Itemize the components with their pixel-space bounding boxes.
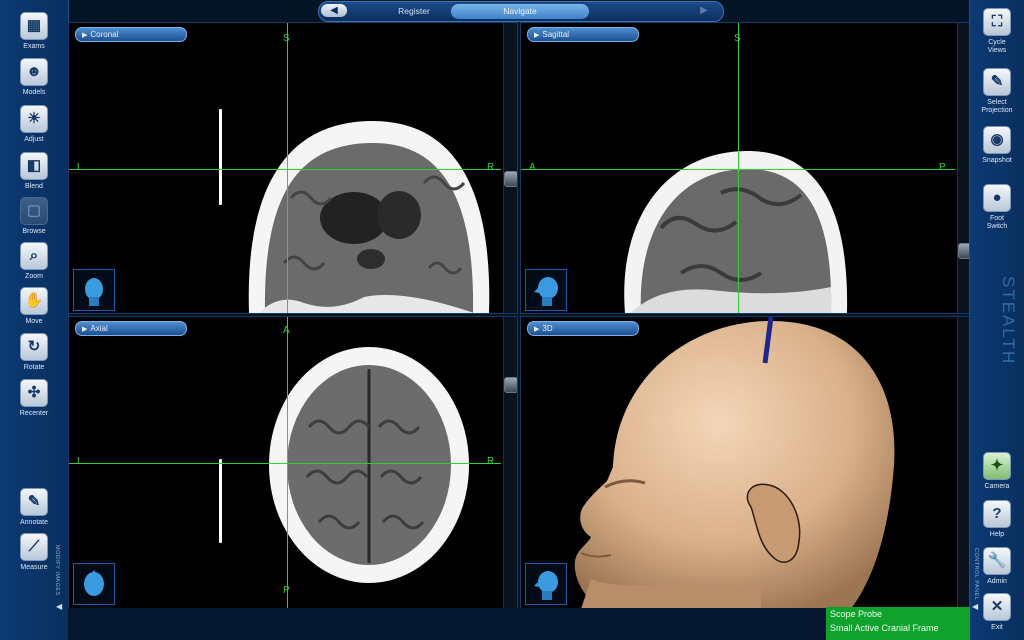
- pen-icon: ✎: [20, 488, 48, 516]
- scale-bar: [219, 109, 222, 205]
- ruler-icon: ⟋: [20, 533, 48, 561]
- head-model-icon: ☻: [20, 58, 48, 86]
- tracking-camera-icon: ✦: [983, 452, 1011, 480]
- foot-switch-button[interactable]: ● Foot Switch: [972, 184, 1022, 231]
- sagittal-ct-image: [624, 150, 848, 313]
- wrench-icon: 🔧: [983, 547, 1011, 575]
- orientation-right: R: [487, 162, 495, 173]
- tab-navigate[interactable]: Navigate: [451, 4, 589, 19]
- exit-button[interactable]: ✕ Exit: [972, 593, 1022, 632]
- forward-arrow-icon[interactable]: ▶: [691, 4, 717, 17]
- cycle-views-icon: ⛶: [983, 8, 1011, 36]
- close-icon: ✕: [983, 593, 1011, 621]
- cycle-views-button[interactable]: ⛶ Cycle Views: [972, 8, 1022, 55]
- exams-button[interactable]: ▦ Exams: [8, 12, 60, 51]
- move-button[interactable]: ✋ Move: [8, 287, 60, 326]
- left-toolbar: ▦ Exams ☻ Models ☀ Adjust ◧ Blend ▢ Browse ⌕ Z…: [0, 0, 69, 640]
- orientation-right: P: [939, 162, 946, 173]
- orientation-left: A: [529, 162, 536, 173]
- orientation-left: L: [77, 456, 83, 467]
- play-icon: ▶: [82, 32, 88, 39]
- zoom-button[interactable]: ⌕ Zoom: [8, 242, 60, 281]
- sagittal-view-menu[interactable]: ▶ Sagittal: [527, 27, 639, 42]
- rotate-icon: ↻: [20, 333, 48, 361]
- head-orientation-icon[interactable]: [73, 269, 115, 311]
- axial-slice-handle[interactable]: [504, 377, 517, 393]
- coronal-slice-scroll[interactable]: [503, 23, 517, 313]
- orientation-top: S: [283, 33, 290, 44]
- recenter-icon: ✣: [20, 379, 48, 407]
- head-orientation-icon[interactable]: [525, 563, 567, 605]
- brightness-icon: ☀: [20, 105, 48, 133]
- browse-icon: ▢: [20, 197, 48, 225]
- recenter-button[interactable]: ✣ Recenter: [8, 379, 60, 418]
- annotate-button[interactable]: ✎ Annotate: [8, 488, 60, 527]
- blend-button[interactable]: ◧ Blend: [8, 152, 60, 191]
- coronal-view-menu[interactable]: ▶ Coronal: [75, 27, 187, 42]
- axial-slice-scroll[interactable]: [503, 317, 517, 609]
- 3d-view-menu[interactable]: ▶ 3D: [527, 321, 639, 336]
- measure-button[interactable]: ⟋ Measure: [8, 533, 60, 572]
- select-projection-button[interactable]: ✎ Select Projection: [972, 68, 1022, 115]
- modify-images-label: MODIFY IMAGES: [54, 545, 60, 596]
- browse-button[interactable]: ▢ Browse: [8, 197, 60, 236]
- head-orientation-icon[interactable]: [73, 563, 115, 605]
- control-panel-label: CONTROL PANEL: [973, 548, 979, 601]
- pointer-probe-icon: ✎: [983, 68, 1011, 96]
- 3d-viewport[interactable]: ▶ 3D: [520, 316, 972, 610]
- help-icon: ?: [983, 500, 1011, 528]
- frame-status: Small Active Cranial Frame: [830, 623, 939, 633]
- foot-switch-icon: ●: [983, 184, 1011, 212]
- right-toolbar: ⛶ Cycle Views ✎ Select Projection ◉ Snapsho…: [969, 0, 1024, 640]
- navigation-status: Scope Probe Small Active Cranial Frame: [826, 607, 970, 640]
- blend-icon: ◧: [20, 152, 48, 180]
- help-button[interactable]: ? Help: [972, 500, 1022, 539]
- orientation-left: L: [77, 162, 83, 173]
- exams-icon: ▦: [20, 12, 48, 40]
- admin-button[interactable]: 🔧 Admin: [972, 547, 1022, 586]
- axial-viewport[interactable]: A L R P ▶ Axial: [68, 316, 518, 610]
- orientation-top: A: [283, 325, 290, 336]
- play-icon: ▶: [82, 326, 88, 333]
- models-button[interactable]: ☻ Models: [8, 58, 60, 97]
- 3d-head-render: [574, 317, 895, 609]
- back-arrow-icon[interactable]: ◀: [321, 4, 347, 17]
- play-icon: ▶: [534, 32, 540, 39]
- head-orientation-icon[interactable]: [525, 269, 567, 311]
- coronal-slice-handle[interactable]: [504, 171, 517, 187]
- hand-icon: ✋: [20, 287, 48, 315]
- sagittal-viewport[interactable]: S A P ▶ Sagittal: [520, 22, 972, 314]
- probe-status: Scope Probe: [830, 609, 883, 619]
- orientation-right: R: [487, 456, 495, 467]
- adjust-button[interactable]: ☀ Adjust: [8, 105, 60, 144]
- coronal-ct-image: [248, 120, 490, 313]
- snapshot-button[interactable]: ◉ Snapshot: [972, 126, 1022, 165]
- camera-icon: ◉: [983, 126, 1011, 154]
- crosshair-vertical[interactable]: [738, 23, 739, 313]
- coronal-viewport[interactable]: S L R ▶ Coronal: [68, 22, 518, 314]
- orientation-bottom: P: [283, 585, 290, 596]
- crosshair-horizontal[interactable]: [69, 463, 501, 464]
- rotate-button[interactable]: ↻ Rotate: [8, 333, 60, 372]
- crosshair-horizontal[interactable]: [69, 169, 501, 170]
- axial-view-menu[interactable]: ▶ Axial: [75, 321, 187, 336]
- zoom-icon: ⌕: [20, 242, 48, 270]
- workflow-nav: ◀ Register Navigate ▶: [318, 1, 724, 22]
- scale-bar: [219, 459, 222, 543]
- orientation-top: S: [734, 33, 741, 44]
- stealth-brand: STEALTH: [999, 276, 1018, 366]
- play-icon: ▶: [534, 326, 540, 333]
- expand-right-icon[interactable]: ◀: [972, 602, 978, 611]
- camera-button[interactable]: ✦ Camera: [972, 452, 1022, 491]
- crosshair-vertical[interactable]: [287, 317, 288, 609]
- crosshair-vertical[interactable]: [287, 23, 288, 313]
- expand-left-icon[interactable]: ◀: [56, 602, 62, 611]
